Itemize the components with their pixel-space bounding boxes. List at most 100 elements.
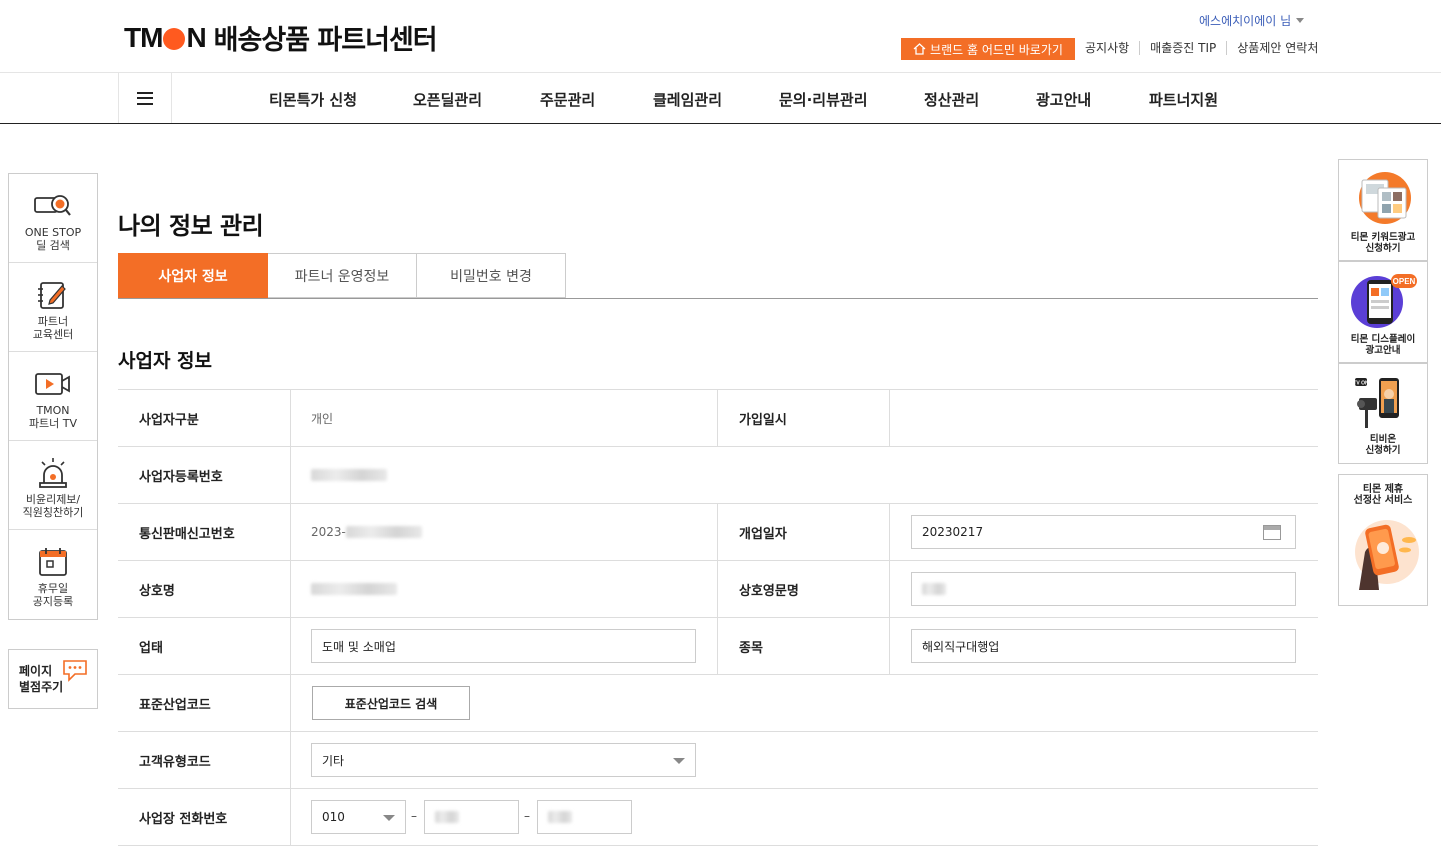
phone-dash: – (524, 809, 530, 823)
tmon-logo[interactable]: TM N 배송상품 파트너센터 (124, 18, 438, 57)
site-title: 배송상품 파트너센터 (213, 25, 438, 56)
nav-special-deal[interactable]: 티몬특가 신청 (269, 89, 357, 110)
form-row: 상호명 상호영문명 (118, 561, 1318, 618)
biz-type-value: 개인 (311, 411, 334, 426)
company-en-name-input[interactable] (911, 572, 1296, 606)
quick-partner-tv-label: TMON 파트너 TV (28, 404, 78, 430)
display-ad-banner-image: OPEN (1351, 274, 1417, 328)
banner-keyword-ad-label: 티몬 키워드광고 신청하기 (1350, 232, 1416, 254)
tvon-badge: TV ON (1353, 381, 1369, 387)
link-product-proposal[interactable]: 상품제안 연락처 (1227, 39, 1328, 56)
nav-partner-support[interactable]: 파트너지원 (1149, 89, 1218, 110)
banner-display-ad[interactable]: OPEN 티몬 디스플레이 광고안내 (1338, 261, 1428, 363)
field-label: 통신판매신고번호 (118, 504, 291, 560)
calendar-picker-icon[interactable] (1263, 525, 1281, 540)
quick-one-stop-search[interactable]: ONE STOP 딜 검색 (9, 174, 97, 263)
hamburger-menu-button[interactable] (118, 73, 172, 123)
ecom-no-prefix: 2023- (311, 525, 346, 539)
site-header: TM N 배송상품 파트너센터 에스에치이에이 님 브랜드 홈 어드민 바로가기 … (0, 0, 1441, 73)
banner-pre-settlement[interactable]: 티몬 제휴 선정산 서비스 (1338, 474, 1428, 606)
field-label: 종목 (717, 618, 890, 674)
page-rating-button[interactable]: 페이지 별점주기 (8, 649, 98, 709)
industry-code-search-button[interactable]: 표준산업코드 검색 (312, 686, 470, 720)
banner-display-ad-label: 티몬 디스플레이 광고안내 (1350, 334, 1416, 356)
tab-partner-operation[interactable]: 파트너 운영정보 (268, 253, 417, 298)
quick-partner-education[interactable]: 파트너 교육센터 (9, 263, 97, 352)
logo-wordmark: TM N (124, 21, 207, 54)
open-badge: OPEN (1393, 277, 1416, 286)
quick-holiday-notice[interactable]: 휴무일 공지등록 (9, 530, 97, 619)
chat-bubble-icon (63, 660, 87, 682)
nav-claims[interactable]: 클레임관리 (653, 89, 722, 110)
business-item-input[interactable]: 해외직구대행업 (911, 629, 1296, 663)
brand-home-admin-label: 브랜드 홈 어드민 바로가기 (930, 42, 1063, 57)
logo-o-circle (163, 27, 186, 50)
logo-text-post: N (186, 21, 206, 53)
caret-down-icon (1296, 18, 1305, 23)
field-label: 가입일시 (717, 390, 890, 446)
banner-pre-settlement-label: 티몬 제휴 선정산 서비스 (1353, 484, 1413, 506)
link-notice[interactable]: 공지사항 (1075, 39, 1139, 56)
tab-business-info[interactable]: 사업자 정보 (118, 253, 268, 298)
ecom-no-value: 2023- (311, 504, 422, 560)
tvon-banner-image: TV ON (1353, 378, 1399, 428)
dropdown-arrow-icon (673, 758, 685, 764)
page-rating-label: 페이지 별점주기 (19, 664, 64, 694)
banner-tvon[interactable]: TV ON 티비온 신청하기 (1338, 363, 1428, 464)
phone-prefix-select[interactable]: 010 (311, 800, 406, 834)
phone-middle-input[interactable] (424, 800, 519, 834)
reg-no-value-redacted (311, 447, 387, 503)
banner-keyword-ad[interactable]: 티몬 키워드광고 신청하기 (1338, 159, 1428, 261)
business-info-form: 사업자구분 개인 가입일시 사업자등록번호 통신판매신고번호 2023- 개업일… (118, 389, 1318, 846)
nav-orders[interactable]: 주문관리 (540, 89, 595, 110)
magnifier-search-icon (33, 190, 73, 222)
form-row: 사업자구분 개인 가입일시 (118, 390, 1318, 447)
tab-underline (118, 298, 1318, 299)
link-sales-tip[interactable]: 매출증진 TIP (1140, 39, 1226, 56)
video-camera-icon (33, 368, 73, 400)
field-label: 상호명 (118, 561, 291, 617)
phone-last-input[interactable] (537, 800, 632, 834)
tab-change-password[interactable]: 비밀번호 변경 (417, 253, 566, 298)
business-type-input[interactable]: 도매 및 소매업 (311, 629, 696, 663)
field-label: 고객유형코드 (118, 732, 291, 788)
section-title: 사업자 정보 (118, 350, 213, 372)
brand-home-admin-button[interactable]: 브랜드 홈 어드민 바로가기 (901, 38, 1075, 60)
quick-ethics-report[interactable]: 비윤리제보/ 직원칭찬하기 (9, 441, 97, 530)
phone-prefix-value: 010 (322, 810, 345, 824)
customer-type-value: 기타 (322, 753, 345, 768)
nav-settlement[interactable]: 정산관리 (924, 89, 979, 110)
quick-holiday-notice-label: 휴무일 공지등록 (32, 582, 74, 608)
quick-partner-tv[interactable]: TMON 파트너 TV (9, 352, 97, 441)
form-row: 고객유형코드 기타 (118, 732, 1318, 789)
left-quick-menu: ONE STOP 딜 검색 파트너 교육센터 TMON 파트너 TV 비윤리제보… (8, 173, 98, 620)
customer-type-select[interactable]: 기타 (311, 743, 696, 777)
siren-alarm-icon (33, 457, 73, 489)
hamburger-icon (137, 91, 153, 105)
company-name-value-redacted (311, 561, 397, 617)
calendar-icon (33, 546, 73, 578)
user-name: 에스에치이에이 님 (1199, 14, 1292, 28)
global-nav: 티몬특가 신청 오픈딜관리 주문관리 클레임관리 문의·리뷰관리 정산관리 광고… (0, 73, 1441, 124)
form-row: 표준산업코드 표준산업코드 검색 (118, 675, 1318, 732)
home-icon (913, 43, 926, 55)
nav-ad-guide[interactable]: 광고안내 (1036, 89, 1091, 110)
nav-inquiry-review[interactable]: 문의·리뷰관리 (779, 89, 868, 110)
logo-text-pre: TM (124, 21, 163, 53)
info-tabs: 사업자 정보 파트너 운영정보 비밀번호 변경 (118, 253, 566, 298)
open-date-input[interactable]: 20230217 (911, 515, 1296, 549)
redacted-text (435, 811, 459, 823)
form-row: 업태 도매 및 소매업 종목 해외직구대행업 (118, 618, 1318, 675)
open-date-value: 20230217 (922, 525, 984, 539)
field-label: 업태 (118, 618, 291, 674)
field-label: 상호영문명 (717, 561, 890, 617)
dropdown-arrow-icon (383, 815, 395, 821)
redacted-text (345, 526, 422, 538)
quick-one-stop-label: ONE STOP 딜 검색 (24, 226, 82, 252)
nav-open-deal[interactable]: 오픈딜관리 (413, 89, 482, 110)
form-row: 통신판매신고번호 2023- 개업일자 20230217 (118, 504, 1318, 561)
field-label: 표준산업코드 (118, 675, 291, 731)
user-menu[interactable]: 에스에치이에이 님 (1199, 12, 1305, 29)
quick-ethics-report-label: 비윤리제보/ 직원칭찬하기 (22, 493, 84, 519)
keyword-ad-banner-image (1359, 172, 1411, 224)
